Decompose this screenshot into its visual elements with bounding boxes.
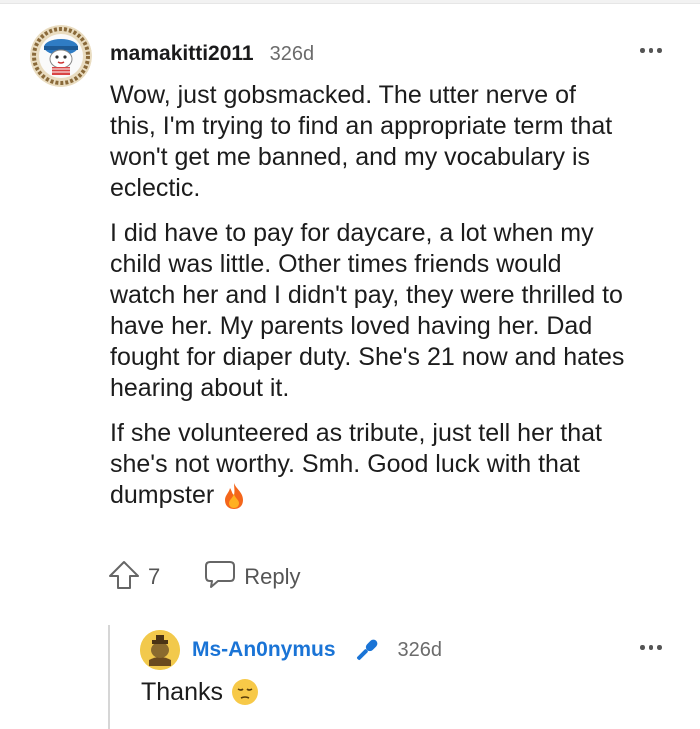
user-avatar[interactable]	[30, 25, 92, 87]
more-options-icon-dot	[657, 48, 662, 53]
reply-meta: Ms-An0nymus 326d	[192, 636, 442, 664]
reply-age: 326d	[397, 638, 443, 661]
more-options-button[interactable]	[640, 48, 662, 53]
comment-age: 326d	[269, 42, 315, 65]
reply-icon	[204, 559, 236, 595]
more-options-icon-dot	[648, 48, 653, 53]
reply-username[interactable]: Ms-An0nymus	[192, 638, 336, 662]
comment-actions: 7 Reply	[108, 560, 301, 594]
reply-button[interactable]: Reply	[204, 559, 301, 595]
reply-label: Reply	[244, 564, 301, 589]
username[interactable]: mamakitti2011	[110, 42, 254, 66]
comment-paragraph: Wow, just gobsmacked. The utter nerve of…	[110, 81, 613, 202]
comment-paragraph-text: If she volunteered as tribute, just tell…	[110, 419, 602, 509]
comment-paragraph: If she volunteered as tribute, just tell…	[110, 418, 680, 511]
comment-meta: mamakitti2011 326d	[110, 40, 314, 68]
reply-user-avatar[interactable]	[140, 630, 180, 670]
more-options-icon-dot	[657, 645, 662, 650]
comment-paragraph: I did have to pay for daycare, a lot whe…	[110, 219, 625, 402]
upvote: 7	[108, 560, 160, 595]
fire-emoji-icon	[221, 482, 247, 510]
reply-text: Thanks	[141, 678, 223, 706]
more-options-icon	[640, 48, 645, 53]
thread-line[interactable]	[108, 625, 110, 729]
more-options-icon-dot	[648, 645, 653, 650]
upvote-icon[interactable]	[108, 560, 140, 595]
comment: mamakitti2011 326d Wow, just gobsmacked.…	[0, 0, 700, 729]
comment-body: Wow, just gobsmacked. The utter nerve of…	[110, 80, 680, 525]
vote-count: 7	[148, 564, 161, 589]
reply-more-options-button[interactable]	[640, 645, 662, 650]
pensive-face-icon	[231, 678, 259, 706]
more-options-icon	[640, 645, 645, 650]
reply-body: Thanks	[141, 676, 259, 708]
microphone-icon	[352, 635, 382, 665]
